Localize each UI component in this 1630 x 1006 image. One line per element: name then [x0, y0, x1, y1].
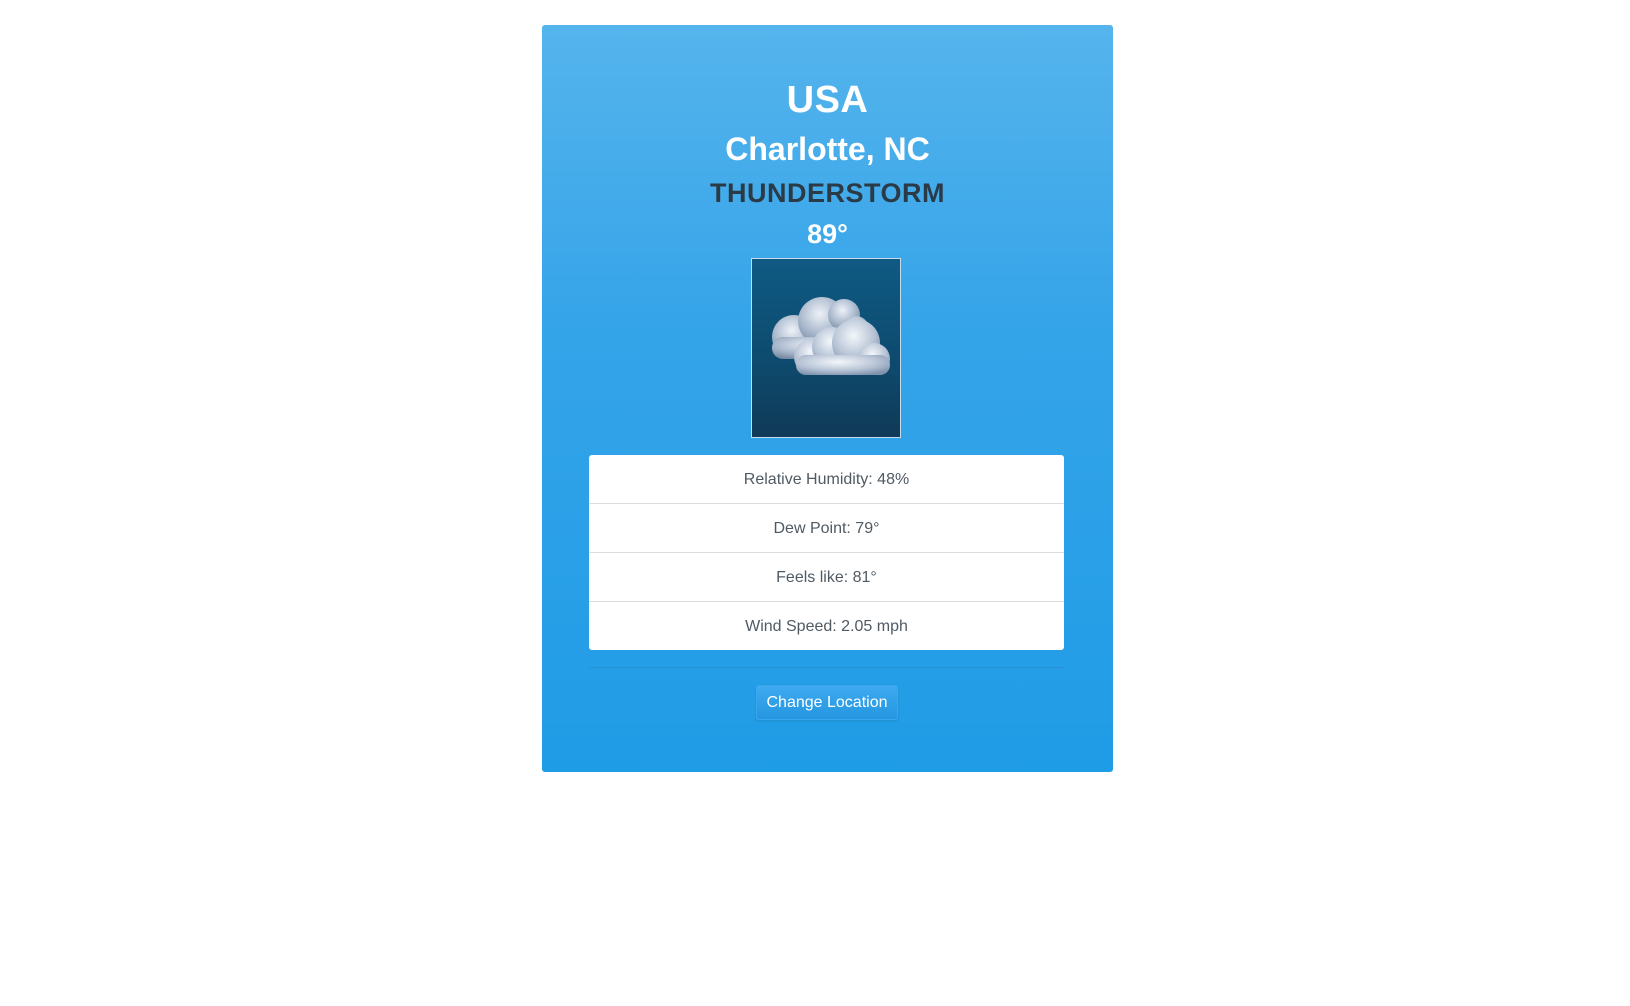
- wind-speed-row: Wind Speed: 2.05 mph: [745, 618, 908, 635]
- cloud-icon: [772, 297, 890, 375]
- dew-point-row: Dew Point: 79°: [589, 504, 1064, 553]
- humidity-row: Relative Humidity: 48%: [589, 455, 1064, 504]
- weather-card: USA Charlotte, NC THUNDERSTORM 89° Relat…: [542, 25, 1113, 772]
- temperature: 89°: [807, 219, 848, 249]
- divider: [589, 667, 1064, 668]
- city-heading: Charlotte, NC: [725, 131, 930, 167]
- weather-details-list: Relative Humidity: 48% Dew Point: 79° Fe…: [589, 455, 1064, 650]
- feels-like-row: Feels like: 81°: [589, 553, 1064, 602]
- country-heading: USA: [786, 79, 869, 121]
- weather-image: [751, 258, 901, 438]
- weather-condition: THUNDERSTORM: [710, 178, 945, 208]
- change-location-button[interactable]: Change Location: [756, 685, 898, 720]
